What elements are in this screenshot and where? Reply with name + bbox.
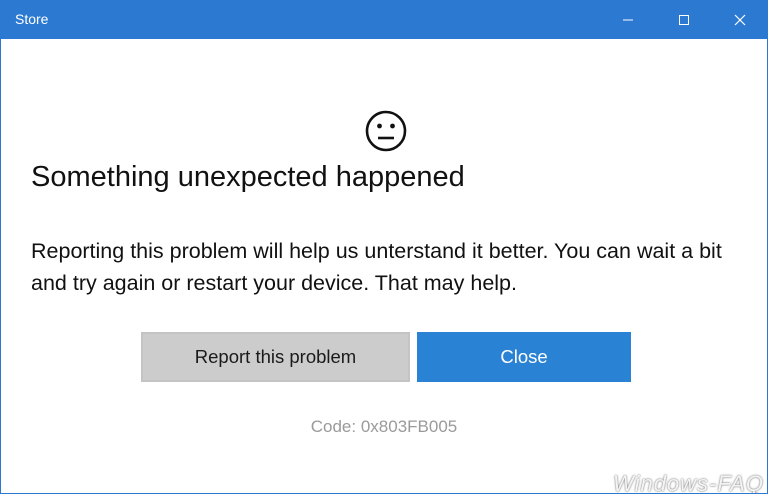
error-code: Code: 0x803FB005 [310,417,458,436]
store-window: Store Something unexpected happened Repo… [0,0,768,494]
maximize-icon [679,15,689,25]
minimize-icon [623,19,633,21]
title-bar[interactable]: Store [1,1,767,39]
neutral-face-icon [365,110,407,152]
error-message: Reporting this problem will help us unte… [31,239,722,295]
error-content: Something unexpected happened Reporting … [1,39,767,493]
close-window-button[interactable] [717,1,763,39]
report-problem-button[interactable]: Report this problem [141,332,410,382]
close-icon [734,14,746,26]
maximize-button[interactable] [661,1,707,39]
error-heading: Something unexpected happened [31,161,465,193]
watermark: Windows-FAQ [613,471,764,494]
window-title: Store [15,11,49,27]
close-button[interactable]: Close [417,332,631,382]
minimize-button[interactable] [605,1,651,39]
